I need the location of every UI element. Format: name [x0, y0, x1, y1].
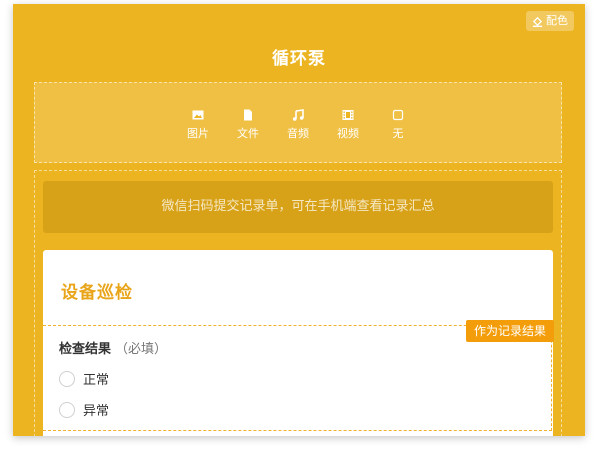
image-icon — [192, 110, 204, 120]
media-option-audio[interactable]: 音频 — [285, 109, 311, 141]
radio-button[interactable] — [59, 401, 75, 418]
media-option-label: 无 — [392, 127, 404, 140]
radio-button[interactable] — [59, 370, 75, 387]
video-icon — [342, 110, 354, 120]
media-selector: 图片 文件 音频 视频 无 — [34, 82, 562, 163]
form-field-check-result[interactable]: 作为记录结果 检查结果 （必填） 正常 异常 — [43, 320, 554, 431]
form-area: 微信扫码提交记录单，可在手机端查看记录汇总 设备巡检 作为记录结果 检查结果 （必… — [34, 170, 562, 436]
media-option-none[interactable]: 无 — [385, 109, 411, 141]
color-scheme-button[interactable]: 配色 — [526, 11, 574, 31]
form-editor-panel: 配色 循环泵 图片 文件 音频 视频 无 微信扫码提交记录单，可在手机端查看记录… — [13, 4, 585, 436]
page-title: 循环泵 — [272, 49, 326, 69]
scan-notice: 微信扫码提交记录单，可在手机端查看记录汇总 — [43, 181, 553, 233]
paint-bucket-icon — [532, 16, 543, 27]
media-option-label: 视频 — [337, 127, 359, 140]
field-label-text: 检查结果 — [59, 342, 112, 357]
radio-option-abnormal[interactable]: 异常 — [59, 400, 109, 419]
media-option-image[interactable]: 图片 — [185, 109, 211, 141]
none-icon — [392, 109, 404, 121]
media-option-label: 音频 — [287, 127, 309, 140]
radio-option-normal[interactable]: 正常 — [59, 369, 109, 388]
record-result-tag[interactable]: 作为记录结果 — [465, 320, 554, 342]
required-hint: （必填） — [115, 342, 168, 357]
form-title[interactable]: 设备巡检 — [61, 278, 133, 303]
color-scheme-label: 配色 — [546, 14, 568, 27]
music-icon — [292, 109, 304, 121]
media-option-video[interactable]: 视频 — [335, 109, 361, 141]
field-label: 检查结果 （必填） — [59, 338, 167, 357]
media-option-label: 图片 — [187, 127, 209, 140]
form-card: 设备巡检 作为记录结果 检查结果 （必填） 正常 异常 — [43, 250, 554, 436]
media-option-file[interactable]: 文件 — [235, 109, 261, 141]
file-icon — [244, 109, 252, 121]
radio-option-label: 异常 — [83, 404, 110, 419]
media-option-label: 文件 — [237, 127, 259, 140]
radio-option-label: 正常 — [83, 373, 110, 388]
